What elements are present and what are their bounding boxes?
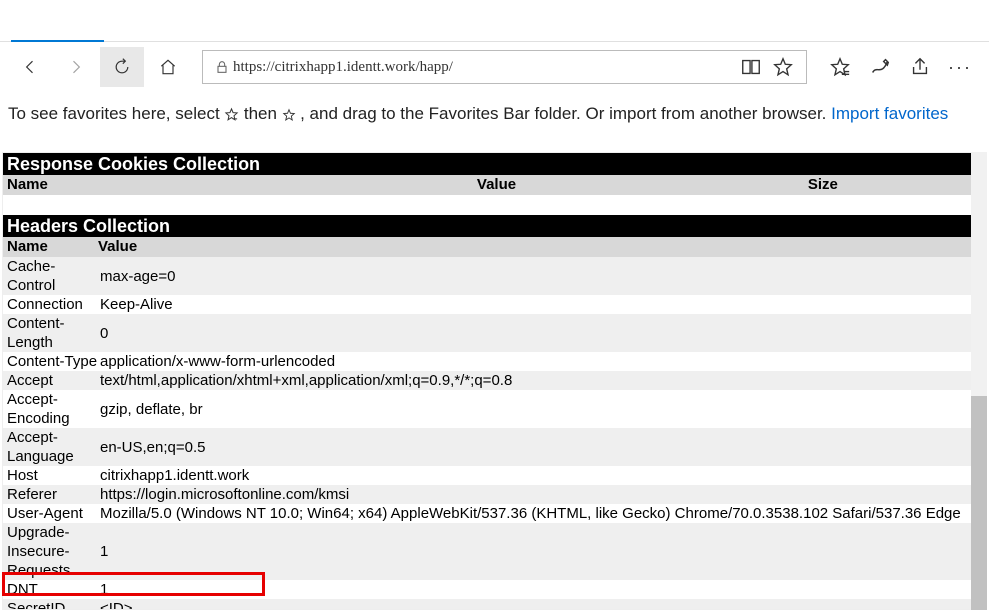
header-name: User-Agent (3, 504, 98, 523)
table-row: Accept-Languageen-US,en;q=0.5 (3, 428, 986, 466)
table-row: SecretID<ID> (3, 599, 986, 610)
url-input[interactable] (233, 59, 740, 76)
table-row: DNT1 (3, 580, 986, 599)
refresh-button[interactable] (100, 47, 144, 87)
home-button[interactable] (146, 47, 190, 87)
header-name: Cache-Control (3, 257, 98, 295)
table-row: Hostcitrixhapp1.identt.work (3, 466, 986, 485)
star-icon (224, 106, 243, 123)
header-value: 1 (98, 542, 986, 561)
fav-text-prefix: To see favorites here, select (8, 104, 224, 123)
headers-header-row: Name Value (3, 237, 986, 257)
col-name: Name (3, 175, 333, 195)
header-value: text/html,application/xhtml+xml,applicat… (98, 371, 986, 390)
header-name: Accept (3, 371, 98, 390)
reading-view-icon[interactable] (740, 56, 762, 78)
tab-strip (0, 0, 989, 42)
table-row: Content-Typeapplication/x-www-form-urlen… (3, 352, 986, 371)
header-name: SecretID (3, 599, 98, 610)
header-value: 1 (98, 580, 986, 599)
import-favorites-link[interactable]: Import favorites (831, 104, 948, 123)
header-name: Accept-Encoding (3, 390, 98, 428)
browser-toolbar: ··· (0, 42, 989, 92)
header-value: en-US,en;q=0.5 (98, 438, 986, 457)
lock-icon (211, 59, 233, 75)
header-name: Content-Length (3, 314, 98, 352)
favorites-bar-message: To see favorites here, select then , and… (0, 92, 989, 138)
table-row: Accept-Encodinggzip, deflate, br (3, 390, 986, 428)
share-icon[interactable] (909, 56, 931, 78)
address-bar[interactable] (202, 50, 807, 84)
header-value: <ID> (98, 599, 986, 610)
star-icon (282, 106, 300, 123)
header-name: Host (3, 466, 98, 485)
header-value: 0 (98, 324, 986, 343)
header-value: Keep-Alive (98, 295, 986, 314)
col-value: Value (333, 175, 659, 195)
header-name: DNT (3, 580, 98, 599)
scrollbar-thumb[interactable] (971, 396, 987, 610)
cookies-header-row: Name Value Size (3, 175, 986, 195)
toolbar-right-icons: ··· (819, 56, 981, 78)
more-icon[interactable]: ··· (949, 56, 971, 78)
headers-section-title: Headers Collection (3, 215, 986, 237)
table-row: Cache-Controlmax-age=0 (3, 257, 986, 295)
col-value: Value (98, 237, 986, 257)
favorites-list-icon[interactable] (829, 56, 851, 78)
table-row: Content-Length0 (3, 314, 986, 352)
col-name: Name (3, 237, 98, 257)
table-row: User-AgentMozilla/5.0 (Windows NT 10.0; … (3, 504, 986, 523)
table-row: ConnectionKeep-Alive (3, 295, 986, 314)
table-row: Refererhttps://login.microsoftonline.com… (3, 485, 986, 504)
header-value: citrixhapp1.identt.work (98, 466, 986, 485)
col-size: Size (660, 175, 986, 195)
fav-text-suffix: , and drag to the Favorites Bar folder. … (300, 104, 831, 123)
header-value: gzip, deflate, br (98, 400, 986, 419)
header-name: Content-Type (3, 352, 98, 371)
header-name: Referer (3, 485, 98, 504)
table-row: Upgrade-Insecure-Requests1 (3, 523, 986, 580)
cookies-section-title: Response Cookies Collection (3, 153, 986, 175)
header-value: https://login.microsoftonline.com/kmsi (98, 485, 986, 504)
active-tab-indicator (11, 40, 104, 42)
header-name: Accept-Language (3, 428, 98, 466)
header-value: Mozilla/5.0 (Windows NT 10.0; Win64; x64… (98, 504, 986, 523)
favorite-star-icon[interactable] (772, 56, 794, 78)
vertical-scrollbar[interactable] (971, 152, 987, 610)
header-value: max-age=0 (98, 267, 986, 286)
back-button[interactable] (8, 47, 52, 87)
table-row: Accepttext/html,application/xhtml+xml,ap… (3, 371, 986, 390)
page-content: Response Cookies Collection Name Value S… (2, 152, 987, 610)
header-name: Upgrade-Insecure-Requests (3, 523, 98, 580)
header-value: application/x-www-form-urlencoded (98, 352, 986, 371)
header-name: Connection (3, 295, 98, 314)
ink-icon[interactable] (869, 56, 891, 78)
fav-text-mid: then (244, 104, 282, 123)
forward-button[interactable] (54, 47, 98, 87)
